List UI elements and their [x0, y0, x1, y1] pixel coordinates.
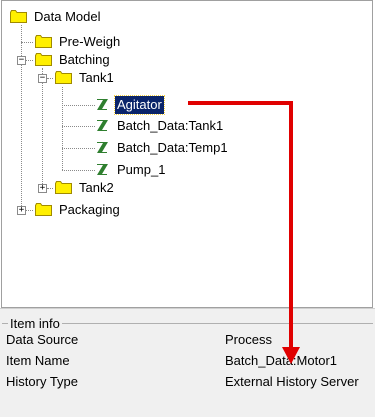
tree-line: [26, 60, 33, 61]
data-model-tree[interactable]: Data Model Pre-Weigh − Batching − Tank1 …: [1, 0, 373, 308]
info-key: Data Source: [6, 332, 79, 347]
process-tag-icon: [97, 142, 108, 153]
info-row-data-source: Data Source Process: [6, 331, 371, 349]
tree-node-label: Pump_1: [117, 162, 166, 177]
tree-line: [21, 25, 22, 210]
plus-box-icon[interactable]: +: [17, 206, 26, 215]
info-row-item-name: Item Name Batch_Data:Motor1: [6, 352, 371, 370]
minus-box-icon[interactable]: −: [38, 74, 47, 83]
process-tag-icon: [97, 164, 108, 175]
info-value: Process: [225, 332, 272, 347]
folder-icon: [35, 53, 52, 66]
tree-line: [62, 170, 95, 171]
tree-node-label: Agitator: [114, 95, 165, 115]
info-value: External History Server: [225, 374, 359, 389]
tree-line: [21, 42, 33, 43]
info-row-history-type: History Type External History Server: [6, 373, 371, 391]
info-key: History Type: [6, 374, 79, 389]
minus-box-icon[interactable]: −: [17, 56, 26, 65]
tree-line: [62, 105, 95, 106]
process-tag-icon: [97, 120, 108, 131]
tree-node-label: Packaging: [59, 202, 120, 217]
folder-icon: [55, 71, 72, 84]
tree-line: [26, 210, 33, 211]
tree-node-label: Data Model: [34, 9, 101, 24]
tree-line: [42, 68, 43, 188]
tree-node-label: Batch_Data:Tank1: [117, 118, 224, 133]
folder-icon: [55, 181, 72, 194]
tree-line: [62, 87, 63, 170]
item-info-panel: Item info Data Source Process Item Name …: [0, 308, 375, 417]
item-info-frame: Item info: [2, 316, 373, 331]
process-tag-icon: [97, 99, 108, 110]
tree-line: [47, 188, 53, 189]
folder-icon: [35, 203, 52, 216]
tree-node-label: Batching: [59, 52, 110, 67]
plus-box-icon[interactable]: +: [38, 184, 47, 193]
info-value: Batch_Data:Motor1: [225, 353, 338, 368]
tree-node-label: Batch_Data:Temp1: [117, 140, 228, 155]
tree-line: [62, 148, 95, 149]
tree-line: [62, 126, 95, 127]
tree-node-label: Tank2: [79, 180, 114, 195]
folder-icon: [10, 10, 27, 23]
item-info-legend: Item info: [8, 316, 62, 331]
tree-line: [47, 78, 53, 79]
tree-node-label: Tank1: [79, 70, 114, 85]
folder-icon: [35, 35, 52, 48]
tree-node-label: Pre-Weigh: [59, 34, 121, 49]
info-key: Item Name: [6, 353, 70, 368]
